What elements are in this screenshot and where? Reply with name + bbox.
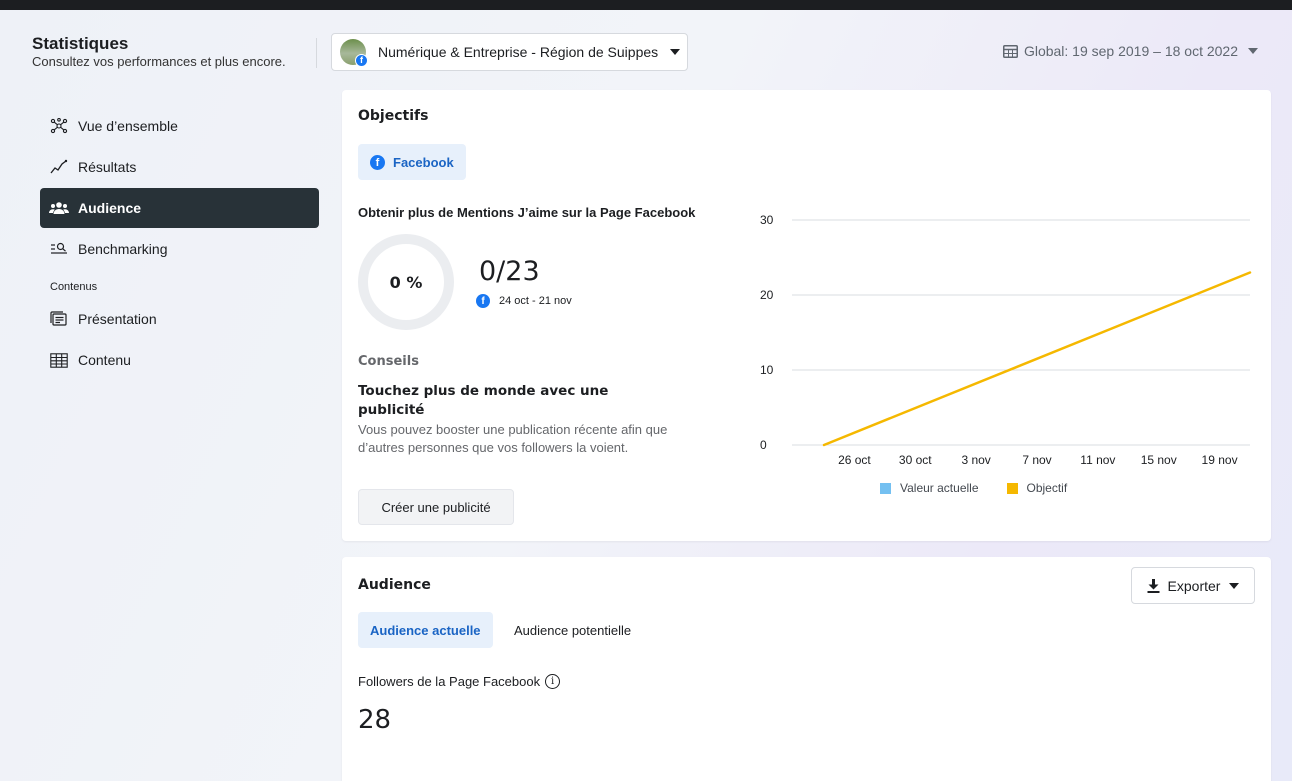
y-tick-label: 0 xyxy=(760,438,767,452)
sidebar-item-label: Résultats xyxy=(78,159,137,175)
sidebar-item-label: Vue d’ensemble xyxy=(78,118,178,134)
sidebar-item-overview[interactable]: Vue d’ensemble xyxy=(40,106,319,146)
date-range-dropdown[interactable]: Global: 19 sep 2019 – 18 oct 2022 xyxy=(1002,43,1258,59)
people-icon xyxy=(48,199,70,217)
followers-label: Followers de la Page Facebook i xyxy=(358,674,561,689)
sidebar-item-benchmarking[interactable]: Benchmarking xyxy=(40,229,319,269)
x-tick-label: 3 nov xyxy=(961,453,990,465)
chevron-down-icon xyxy=(1248,48,1258,54)
page-subtitle: Consultez vos performances et plus encor… xyxy=(32,54,286,69)
download-icon xyxy=(1147,578,1160,593)
tab-potential-audience[interactable]: Audience potentielle xyxy=(502,612,643,648)
sidebar: Vue d’ensemble Résultats Audience Benchm… xyxy=(40,106,319,381)
tab-facebook-label: Facebook xyxy=(393,154,454,170)
progress-percent: 0 % xyxy=(389,272,423,292)
facebook-icon: f xyxy=(370,154,385,170)
tips-label: Conseils xyxy=(358,354,419,369)
results-icon xyxy=(48,158,70,176)
audience-card: Audience Exporter Audience actuelle Audi… xyxy=(342,557,1271,781)
create-ad-button[interactable]: Créer une publicité xyxy=(358,489,514,525)
goal-date-range: f 24 oct - 21 nov xyxy=(476,294,572,308)
info-icon[interactable]: i xyxy=(545,674,561,689)
sidebar-item-results[interactable]: Résultats xyxy=(40,147,319,187)
chevron-down-icon xyxy=(1229,582,1240,589)
followers-count: 28 xyxy=(358,705,392,735)
overview-icon xyxy=(48,117,70,135)
objectives-title: Objectifs xyxy=(358,108,429,124)
chevron-down-icon xyxy=(670,49,681,55)
legend-label-objective: Objectif xyxy=(1026,481,1068,495)
sidebar-item-label: Présentation xyxy=(78,311,157,327)
tips-text: Vous pouvez booster une publication réce… xyxy=(358,422,668,455)
presentation-icon xyxy=(48,310,70,328)
sidebar-item-label: Audience xyxy=(78,200,142,216)
x-tick-label: 7 nov xyxy=(1022,453,1051,465)
x-tick-label: 11 nov xyxy=(1080,453,1115,465)
sidebar-item-label: Contenu xyxy=(78,352,131,368)
audience-title: Audience xyxy=(358,577,431,593)
legend-item-objective[interactable]: Objectif xyxy=(1006,481,1068,495)
goal-value: 0/23 xyxy=(479,256,540,287)
export-button[interactable]: Exporter xyxy=(1131,567,1255,604)
goal-range-label: 24 oct - 21 nov xyxy=(499,295,572,307)
tab-facebook[interactable]: f Facebook xyxy=(358,144,466,180)
x-tick-label: 15 nov xyxy=(1141,453,1177,465)
progress-ring: 0 % xyxy=(358,234,454,330)
date-range-label: Global: 19 sep 2019 – 18 oct 2022 xyxy=(1023,43,1238,59)
page-selector-dropdown[interactable]: f Numérique & Entreprise - Région de Sui… xyxy=(331,33,688,71)
y-tick-label: 30 xyxy=(760,213,774,227)
top-bar xyxy=(0,0,1292,10)
facebook-icon: f xyxy=(476,294,490,308)
page-selector-label: Numérique & Entreprise - Région de Suipp… xyxy=(378,44,659,60)
tab-current-audience[interactable]: Audience actuelle xyxy=(358,612,493,648)
y-tick-label: 10 xyxy=(760,363,774,377)
page-avatar: f xyxy=(340,39,368,67)
facebook-badge-icon: f xyxy=(355,54,368,67)
x-tick-label: 19 nov xyxy=(1202,453,1238,465)
tips-title: Touchez plus de monde avec une publicité xyxy=(358,383,609,418)
page-header: Statistiques Consultez vos performances … xyxy=(32,34,286,70)
legend-swatch-current xyxy=(880,482,891,494)
followers-label-text: Followers de la Page Facebook xyxy=(358,674,541,689)
y-tick-label: 20 xyxy=(760,288,774,302)
x-tick-label: 26 oct xyxy=(838,453,871,465)
header-divider xyxy=(316,38,317,68)
page-title: Statistiques xyxy=(32,34,129,53)
chart-legend: Valeur actuelle Objectif xyxy=(880,481,1095,495)
benchmark-icon xyxy=(48,240,70,258)
legend-label-current: Valeur actuelle xyxy=(900,481,979,495)
legend-item-current[interactable]: Valeur actuelle xyxy=(880,481,979,495)
objectives-card: Objectifs f Facebook Obtenir plus de Men… xyxy=(342,90,1271,541)
table-icon xyxy=(48,351,70,369)
sidebar-item-audience[interactable]: Audience xyxy=(40,188,319,228)
x-tick-label: 30 oct xyxy=(899,453,932,465)
sidebar-item-label: Benchmarking xyxy=(78,241,168,257)
sidebar-item-presentation[interactable]: Présentation xyxy=(40,299,319,339)
sidebar-item-contenu[interactable]: Contenu xyxy=(40,340,319,380)
legend-swatch-objective xyxy=(1006,482,1018,494)
export-label: Exporter xyxy=(1167,577,1221,594)
goal-line-chart: 0 10 20 30 26 oct 30 oct 3 nov 7 nov 11 nov 15 no… xyxy=(760,213,1252,465)
objective-series-line xyxy=(822,271,1252,447)
sidebar-section-contenus: Contenus xyxy=(50,281,98,293)
goal-title: Obtenir plus de Mentions J’aime sur la P… xyxy=(358,205,696,220)
calendar-table-icon xyxy=(1002,44,1018,58)
